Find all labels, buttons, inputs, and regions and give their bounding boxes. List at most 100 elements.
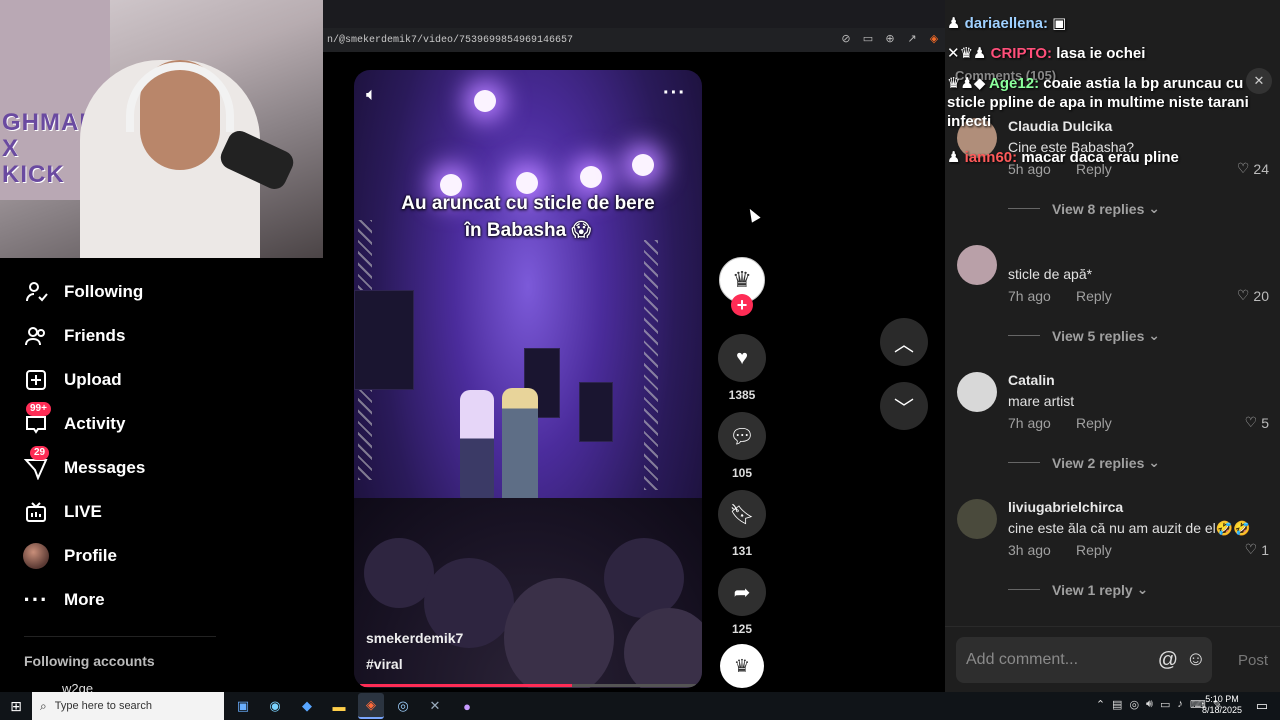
comment-like-button[interactable]: ♡ 20	[1237, 287, 1269, 304]
comment-like-count: 1	[1261, 541, 1269, 558]
video-player[interactable]: Au aruncat cu sticle de bere în Babasha …	[354, 70, 702, 688]
save-button[interactable]: 🔖︎	[718, 490, 766, 538]
sidebar-item-friends[interactable]: Friends	[22, 321, 125, 351]
address-bar[interactable]: n/@smekerdemik7/video/753969985496914665…	[323, 28, 945, 52]
sidebar-label: Following	[64, 282, 144, 301]
view-replies-button[interactable]: View 1 reply ⌄	[1008, 581, 1148, 598]
friends-icon	[22, 322, 50, 350]
chevron-down-icon: ﹀	[894, 397, 914, 420]
brave-browser-icon[interactable]: ◈	[358, 693, 384, 719]
comment-avatar[interactable]	[957, 245, 997, 285]
crowd-head	[504, 578, 614, 688]
reader-mode-icon[interactable]: ⊘	[839, 32, 853, 46]
sidebar-item-following[interactable]: Following	[22, 277, 143, 307]
address-bar-icons: ⊘ ▭ ⊕ ↗ ◈	[839, 32, 941, 46]
copilot-icon[interactable]: ◉	[262, 693, 288, 719]
sidebar-item-more[interactable]: ··· More	[22, 585, 105, 615]
post-button[interactable]: Post	[1238, 652, 1268, 669]
view-replies-label: View 8 replies	[1052, 200, 1145, 217]
like-button[interactable]: ♥	[718, 334, 766, 382]
video-author[interactable]: smekerdemik7	[366, 630, 463, 646]
following-icon	[22, 278, 50, 306]
zoom-icon[interactable]: ⊕	[883, 32, 897, 46]
video-feed: Au aruncat cu sticle de bere în Babasha …	[323, 52, 945, 692]
comment-like-button[interactable]: ♡ 1	[1245, 541, 1269, 558]
mention-icon[interactable]: @	[1158, 649, 1178, 672]
comment-time: 7h ago	[1008, 288, 1051, 304]
reply-button[interactable]: Reply	[1076, 542, 1112, 558]
url-text[interactable]: n/@smekerdemik7/video/753969985496914665…	[323, 35, 573, 46]
view-replies-button[interactable]: View 8 replies ⌄	[1008, 200, 1160, 217]
like-count: 1385	[728, 388, 756, 402]
tray-app-icon[interactable]: ◎	[1129, 698, 1139, 711]
share-count: 125	[731, 622, 753, 636]
comment-count: 105	[731, 466, 753, 480]
taskbar-search[interactable]: ⌕ Type here to search	[32, 692, 224, 720]
sidebar-item-activity[interactable]: 99+ Activity	[22, 402, 126, 439]
sidebar-item-messages[interactable]: 29 Messages	[22, 446, 145, 483]
music-disc-icon[interactable]: ♛	[720, 644, 764, 688]
follow-plus-button[interactable]: +	[731, 294, 753, 316]
tray-app-icon[interactable]: ▤	[1112, 698, 1122, 711]
heart-outline-icon: ♡	[1244, 414, 1258, 430]
tray-chevron-icon[interactable]: ⌃	[1096, 698, 1105, 711]
chat-message: ♟ iann60: macar daca erau pline	[947, 149, 1179, 166]
steam-icon[interactable]: ◎	[390, 693, 416, 719]
picture-in-picture-icon[interactable]: ▭	[861, 32, 875, 46]
sidebar-item-profile[interactable]: Profile	[22, 541, 117, 571]
video-hashtag[interactable]: #viral	[366, 656, 403, 672]
crowd-head	[604, 538, 684, 618]
sidebar-item-upload[interactable]: Upload	[22, 365, 122, 395]
comment-input[interactable]: Add comment... @ ☺	[956, 637, 1212, 683]
activity-icon: 99+	[22, 402, 51, 438]
comment-username[interactable]: liviugabrielchirca	[1008, 499, 1123, 515]
video-progress-bar[interactable]	[360, 684, 696, 687]
volume-icon[interactable]: 🔈︎	[366, 84, 377, 105]
copilot-app-icon[interactable]: ◆	[294, 693, 320, 719]
bookmark-icon: 🔖︎	[729, 503, 755, 526]
previous-video-button[interactable]: ︿	[880, 318, 928, 366]
xbox-icon[interactable]: ✕	[422, 693, 448, 719]
chevron-down-icon: ⌄	[1148, 200, 1160, 216]
stage-light	[632, 154, 654, 176]
discord-icon[interactable]: ●	[454, 693, 480, 719]
comment-avatar[interactable]	[957, 372, 997, 412]
video-more-options-icon[interactable]: ···	[663, 82, 686, 105]
brave-shield-icon[interactable]: ◈	[927, 32, 941, 46]
notifications-icon[interactable]: ▭	[1256, 698, 1268, 714]
reply-button[interactable]: Reply	[1076, 415, 1112, 431]
start-button[interactable]: ⊞	[0, 692, 32, 720]
comment-button[interactable]: 💬︎	[718, 412, 766, 460]
share-button[interactable]: ➦	[718, 568, 766, 616]
comment-avatar[interactable]	[957, 499, 997, 539]
emoji-icon[interactable]: ☺	[1186, 648, 1206, 671]
task-view-icon[interactable]: ▣	[230, 693, 256, 719]
chat-text: macar daca erau pline	[1021, 149, 1179, 166]
share-icon[interactable]: ↗	[905, 32, 919, 46]
activity-badge: 99+	[26, 402, 51, 416]
taskbar-clock[interactable]: 5:10 PM 8/18/2025	[1202, 694, 1242, 716]
chat-message: ♛♟◆ Age12: coaie astia la bp aruncau cu …	[947, 75, 1249, 130]
sidebar-item-live[interactable]: LIVE	[22, 497, 102, 527]
view-replies-button[interactable]: View 5 replies ⌄	[1008, 327, 1160, 344]
following-accounts-title: Following accounts	[24, 653, 155, 669]
comment-text: sticle de apă*	[1008, 266, 1093, 282]
close-comments-button[interactable]: ✕	[1246, 68, 1272, 94]
file-explorer-icon[interactable]: ▬	[326, 693, 352, 719]
taskbar-search-placeholder: Type here to search	[54, 700, 152, 712]
comment-like-button[interactable]: ♡ 5	[1245, 414, 1269, 431]
sidebar-label: Activity	[64, 414, 126, 433]
crowd-head	[624, 608, 702, 688]
sound-icon[interactable]: ♪	[1177, 698, 1183, 711]
following-account-item[interactable]: w2ge	[62, 681, 93, 692]
comment-time: 7h ago	[1008, 415, 1051, 431]
view-replies-button[interactable]: View 2 replies ⌄	[1008, 454, 1160, 471]
chevron-up-icon: ︿	[894, 333, 914, 356]
reply-button[interactable]: Reply	[1076, 288, 1112, 304]
volume-tray-icon[interactable]: 🔊︎	[1146, 698, 1153, 711]
network-icon[interactable]: ▭	[1160, 698, 1170, 711]
comment-username[interactable]: Catalin	[1008, 372, 1055, 388]
next-video-button[interactable]: ﹀	[880, 382, 928, 430]
save-count: 131	[731, 544, 753, 558]
heart-outline-icon: ♡	[1236, 287, 1250, 303]
